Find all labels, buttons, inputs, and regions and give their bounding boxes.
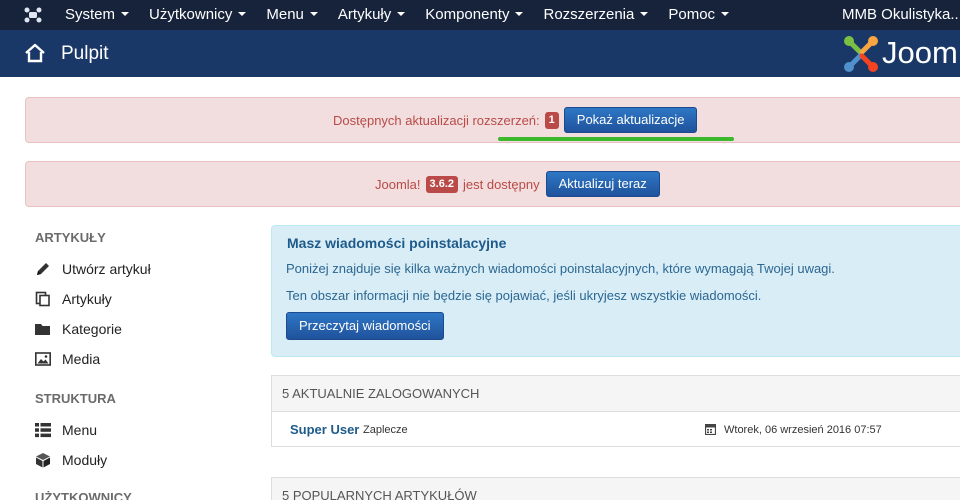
update-now-button[interactable]: Aktualizuj teraz [545,171,660,197]
top-navbar: System Użytkownicy Menu Artykuły Kompone… [0,0,960,30]
sidebar-item-modules[interactable]: Moduły [35,450,107,470]
login-date: Wtorek, 06 wrzesień 2016 07:57 [724,424,882,436]
menu-label: Komponenty [425,6,510,23]
panel-heading: 5 POPULARNYCH ARTYKUŁÓW [272,478,960,500]
menu-help[interactable]: Pomoc [668,0,730,30]
sidebar-heading-structure: STRUKTURA [35,391,116,406]
version-badge: 3.6.2 [425,175,458,193]
caret-down-icon [309,12,318,17]
alert-content: Dostępnych aktualizacji rozszerzeń: 1 Po… [333,98,698,142]
sidebar-heading-articles: ARTYKUŁY [35,230,106,245]
sidebar-item-media[interactable]: Media [35,349,100,369]
joomla-text: Joomla! [375,176,421,192]
joomla-logo-icon[interactable] [24,7,42,23]
sidebar-heading-users: UŻYTKOWNICY [35,490,132,500]
extension-update-alert: Dostępnych aktualizacji rozszerzeń: 1 Po… [25,97,960,143]
menu-components[interactable]: Komponenty [425,0,524,30]
copy-icon [35,291,50,307]
image-icon [35,352,51,366]
joomla-update-alert: Joomla! 3.6.2 jest dostępny Aktualizuj t… [25,161,960,207]
logged-in-users-panel: 5 AKTUALNIE ZALOGOWANYCH Super User Zapl… [271,375,960,447]
cube-icon [36,453,50,468]
sidebar-item-menu[interactable]: Menu [35,420,97,440]
folder-icon [35,324,50,335]
postinstall-note: Ten obszar informacji nie będzie się poj… [286,288,762,303]
joomla-brand-icon [844,36,878,72]
sidebar-item-create-article[interactable]: Utwórz artykuł [35,259,151,279]
user-context: Zaplecze [363,424,408,436]
sidebar-item-categories[interactable]: Kategorie [35,319,122,339]
caret-down-icon [121,12,130,17]
sidebar-item-articles[interactable]: Artykuły [35,289,112,309]
menu-label: Użytkownicy [149,6,233,23]
show-updates-button[interactable]: Pokaż aktualizacje [563,107,698,133]
sidebar-item-label: Moduły [62,452,108,468]
caret-down-icon [721,12,730,17]
brand-text: Joom [882,35,958,70]
site-name-link[interactable]: MMB Okulistyka... [842,0,960,30]
page-title: Pulpit [61,43,109,64]
list-icon [35,423,51,438]
pencil-icon [37,263,49,275]
update-count-badge: 1 [544,111,559,129]
menu-label: Menu [266,6,304,23]
popular-articles-panel: 5 POPULARNYCH ARTYKUŁÓW [271,477,960,500]
postinstall-description: Poniżej znajduje się kilka ważnych wiado… [286,261,835,276]
alert-content: Joomla! 3.6.2 jest dostępny Aktualizuj t… [375,162,660,206]
menu-extensions[interactable]: Rozszerzenia [543,0,649,30]
menu-articles[interactable]: Artykuły [337,0,406,30]
caret-down-icon [238,12,247,17]
menu-system[interactable]: System [65,0,130,30]
caret-down-icon [640,12,649,17]
home-icon [25,43,45,63]
highlight-underline [498,137,734,141]
postinstall-messages-box: Masz wiadomości poinstalacyjne Poniżej z… [271,225,960,357]
available-text: jest dostępny [463,176,540,192]
caret-down-icon [397,12,406,17]
read-messages-button[interactable]: Przeczytaj wiadomości [286,312,444,340]
menu-label: Pomoc [668,6,716,23]
sidebar-item-label: Media [62,351,101,367]
sidebar-item-label: Menu [62,422,98,438]
menu-label: System [65,6,116,23]
postinstall-title: Masz wiadomości poinstalacyjne [287,235,507,251]
panel-heading: 5 AKTUALNIE ZALOGOWANYCH [272,376,960,412]
alert-text: Dostępnych aktualizacji rozszerzeń: [333,112,540,128]
caret-down-icon [515,12,524,17]
sidebar-item-label: Utwórz artykuł [62,261,151,277]
menu-label: Artykuły [337,6,392,23]
main-menu: System Użytkownicy Menu Artykuły Kompone… [65,0,749,30]
menu-label: Rozszerzenia [543,6,635,23]
sidebar-item-label: Kategorie [62,321,122,337]
menu-users[interactable]: Użytkownicy [149,0,247,30]
calendar-icon [705,424,716,435]
sidebar-item-label: Artykuły [62,291,112,307]
table-row: Super User Zaplecze Wtorek, 06 wrzesień … [272,412,960,446]
page-header: Pulpit Joom [0,30,960,77]
menu-menus[interactable]: Menu [266,0,318,30]
user-name-link[interactable]: Super User [290,422,359,437]
